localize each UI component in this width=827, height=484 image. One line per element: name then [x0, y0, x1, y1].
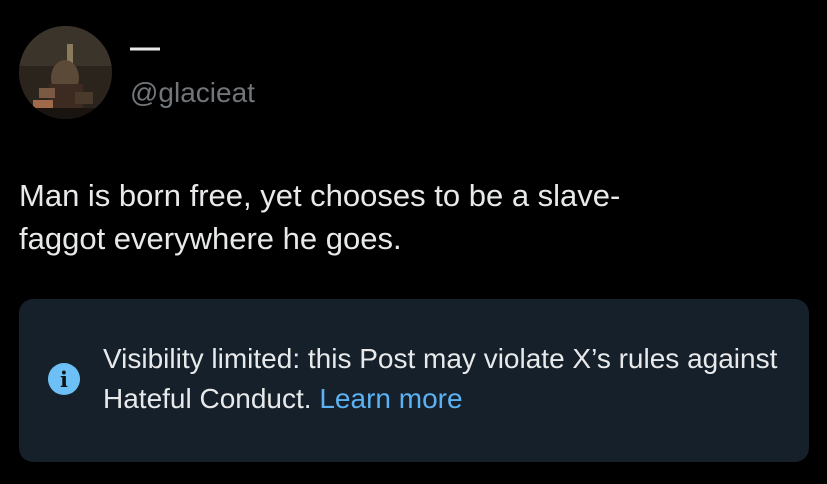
post: — @glacieat Man is born free, yet choose…	[0, 0, 827, 484]
visibility-notice: i Visibility limited: this Post may viol…	[19, 299, 809, 462]
display-name[interactable]: —	[130, 30, 160, 66]
notice-text: Visibility limited: this Post may violat…	[103, 339, 793, 419]
avatar-photo-icon	[19, 26, 112, 119]
avatar[interactable]	[19, 26, 112, 119]
info-icon-glyph: i	[60, 366, 68, 392]
post-text: Man is born free, yet chooses to be a sl…	[19, 178, 621, 256]
user-handle[interactable]: @glacieat	[130, 76, 255, 110]
learn-more-link[interactable]: Learn more	[319, 383, 462, 414]
info-icon: i	[48, 363, 80, 395]
